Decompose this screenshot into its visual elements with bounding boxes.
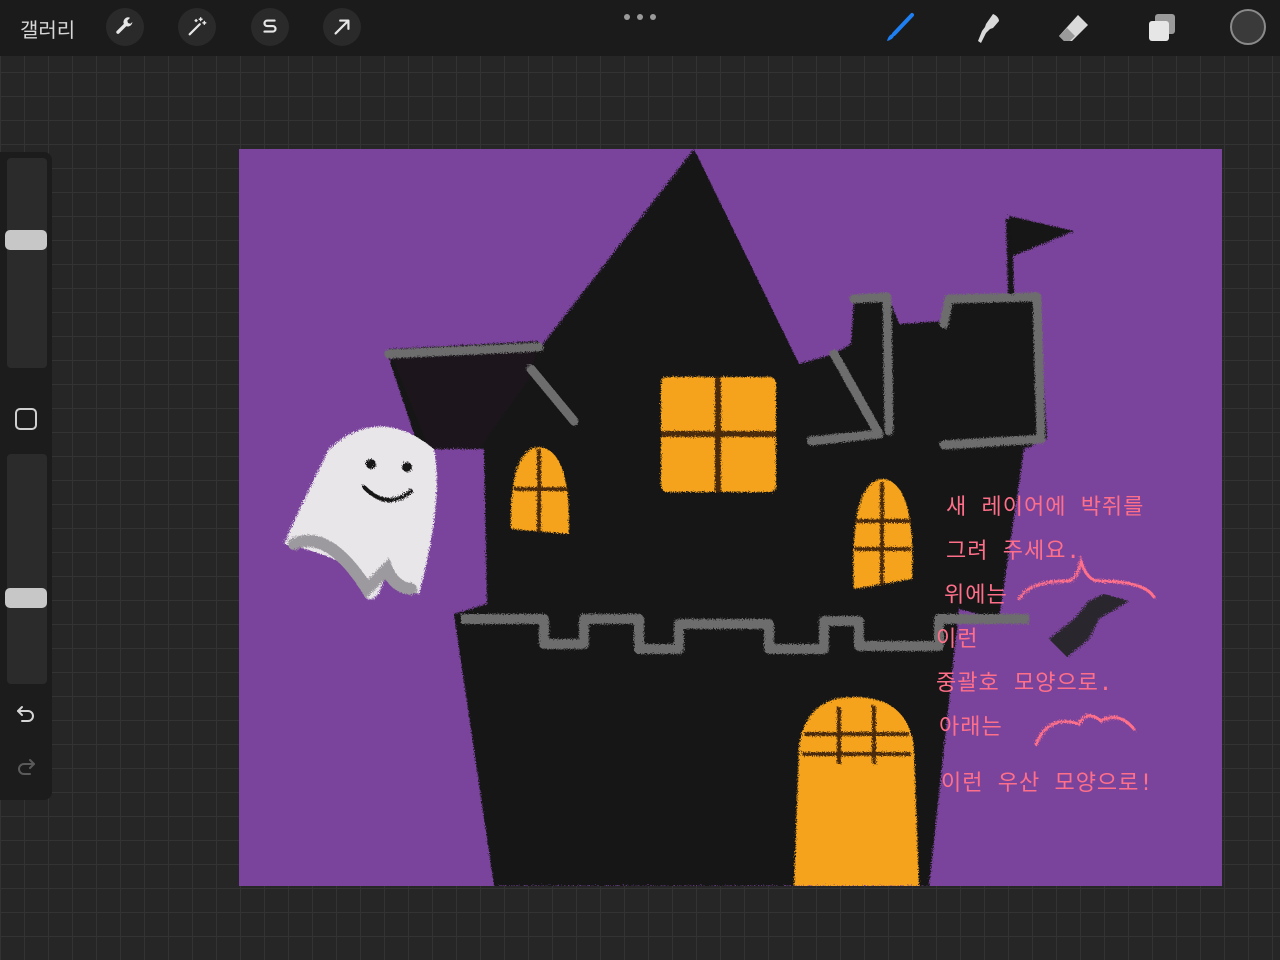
redo-icon xyxy=(18,759,35,775)
left-sidebar xyxy=(0,152,52,800)
gallery-button[interactable]: 갤러리 xyxy=(20,14,75,43)
ghost-eye xyxy=(402,462,412,472)
canvas-note: 이런 xyxy=(936,627,979,652)
canvas-note: 새 레이어에 박쥐를 xyxy=(946,495,1145,520)
undo-button[interactable] xyxy=(14,702,38,726)
layers-button[interactable] xyxy=(1144,10,1180,46)
selection-button[interactable] xyxy=(251,8,289,46)
flag xyxy=(1009,216,1074,257)
modify-button[interactable] xyxy=(15,408,37,430)
adjustments-button[interactable] xyxy=(178,8,216,46)
canvas-note: 아래는 xyxy=(939,715,1003,740)
layers-icon xyxy=(1149,14,1175,41)
dot xyxy=(637,14,643,20)
drawing-canvas[interactable]: 새 레이어에 박쥐를 그려 주세요. 위에는 이런 중괄호 모양으로. 아래는 … xyxy=(239,149,1222,886)
ghost-eye xyxy=(366,459,376,469)
brush-size-slider-thumb[interactable] xyxy=(5,230,47,251)
dot xyxy=(624,14,630,20)
opacity-slider[interactable] xyxy=(7,454,47,684)
canvas-note: 위에는 xyxy=(944,583,1008,608)
canvas-note: 이런 우산 모양으로! xyxy=(941,771,1154,796)
brace-guide xyxy=(1017,555,1156,601)
canvas-note: 그려 주세요. xyxy=(946,539,1081,564)
redo-button[interactable] xyxy=(14,755,38,779)
smudge-tool-button[interactable] xyxy=(969,10,1005,46)
actions-button[interactable] xyxy=(106,8,144,46)
smudge-icon xyxy=(978,14,999,43)
magic-wand-icon xyxy=(188,17,207,36)
color-picker-button[interactable] xyxy=(1230,9,1266,45)
undo-icon xyxy=(17,706,34,722)
brush-icon xyxy=(887,13,914,41)
brush-tool-button[interactable] xyxy=(882,10,918,46)
selection-s-icon xyxy=(263,19,277,33)
door xyxy=(794,697,919,886)
dot xyxy=(650,14,656,20)
transform-arrow-icon xyxy=(334,19,350,35)
umbrella-guide xyxy=(1034,714,1136,746)
transform-button[interactable] xyxy=(323,8,361,46)
more-options-button[interactable] xyxy=(624,12,656,22)
bat xyxy=(1049,594,1129,657)
eraser-tool-button[interactable] xyxy=(1056,10,1092,46)
eraser-icon xyxy=(1059,15,1088,41)
wrench-icon xyxy=(116,17,133,34)
opacity-slider-thumb[interactable] xyxy=(5,588,47,609)
brush-size-slider[interactable] xyxy=(7,158,47,368)
top-toolbar: 갤러리 xyxy=(0,0,1280,56)
canvas-note: 중괄호 모양으로. xyxy=(936,671,1114,696)
